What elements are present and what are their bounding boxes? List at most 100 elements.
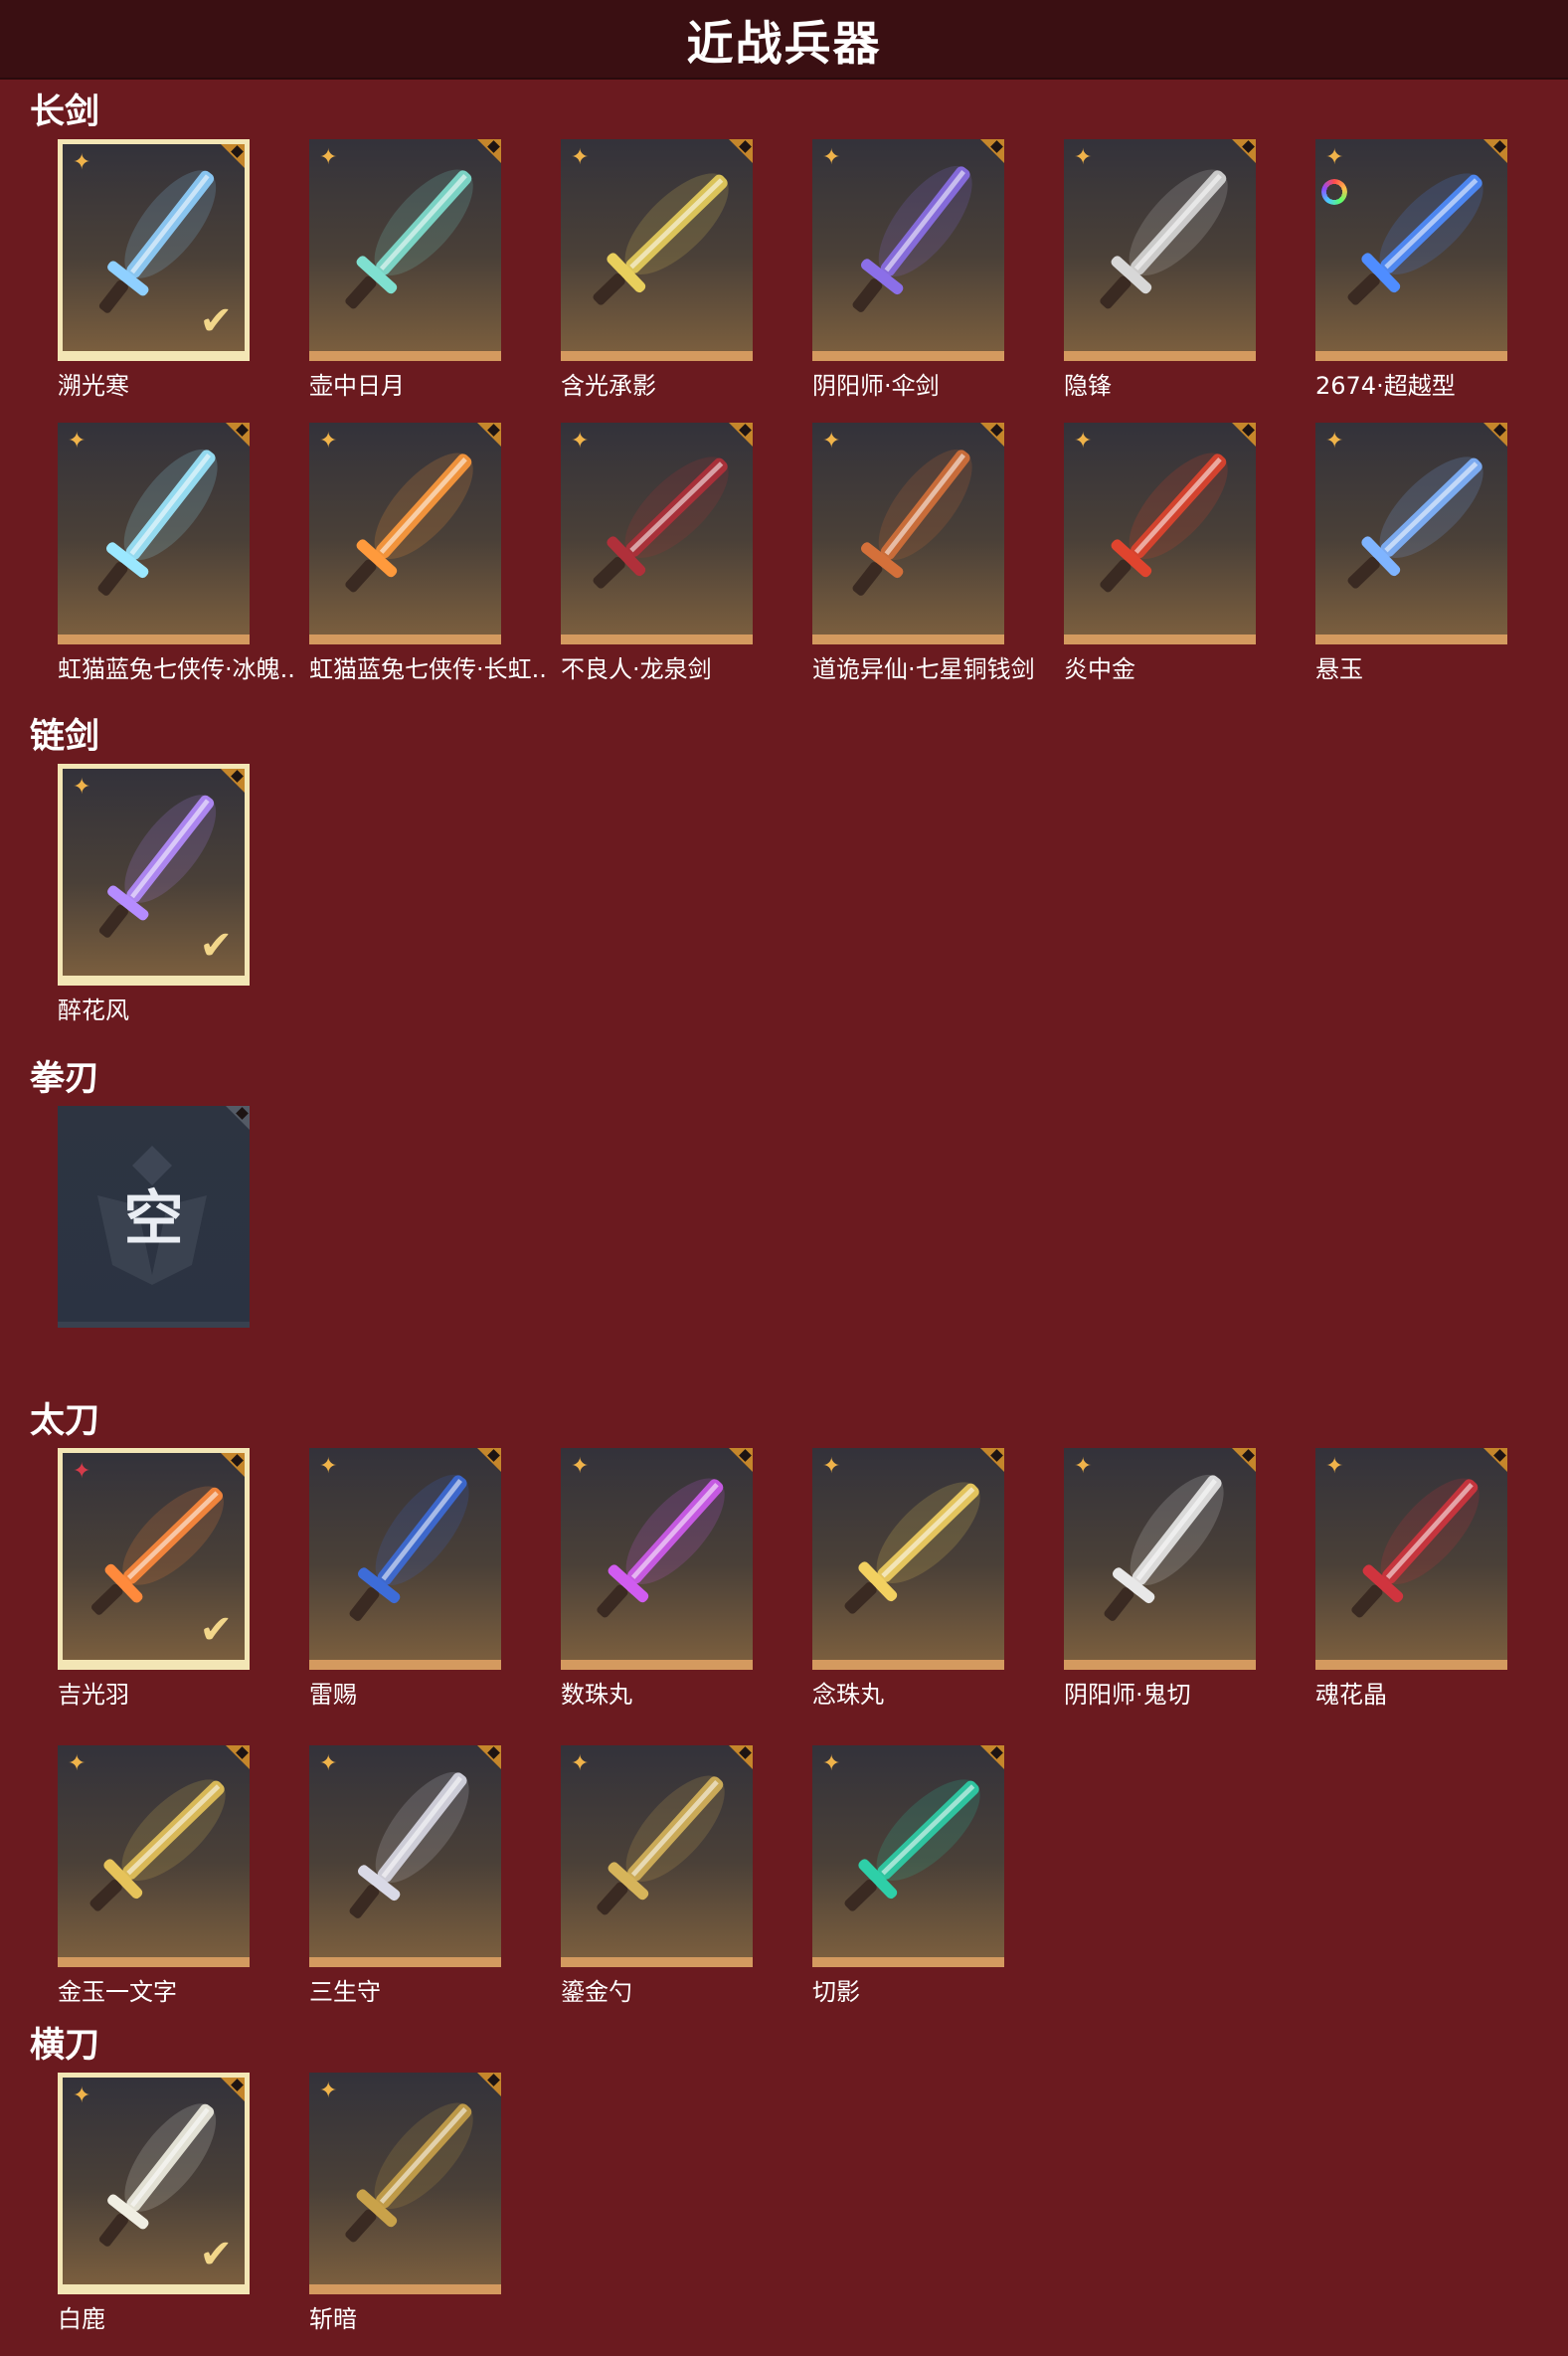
weapon-card[interactable]: ✦ xyxy=(58,423,250,644)
weapon-name: 2674·超越型 xyxy=(1315,372,1456,400)
weapon-card[interactable]: ✦ xyxy=(1315,139,1507,361)
rarity-star-icon: ✦ xyxy=(1074,429,1093,453)
rarity-star-icon: ✦ xyxy=(1074,145,1093,170)
weapon-card[interactable]: ✦ ✔ xyxy=(58,1448,250,1670)
weapon-name: 隐锋 xyxy=(1064,372,1112,400)
rainbow-ring-icon xyxy=(1321,179,1347,205)
weapon-card[interactable]: ✦ xyxy=(812,423,1004,644)
rarity-star-icon: ✦ xyxy=(1325,1454,1344,1479)
weapon-name: 壶中日月 xyxy=(309,372,405,400)
weapon-name: 不良人·龙泉剑 xyxy=(561,655,712,683)
weapon-name: 雷赐 xyxy=(309,1681,357,1709)
weapon-card[interactable]: ✦ xyxy=(309,1745,501,1967)
weapon-card[interactable]: ✦ xyxy=(309,2073,501,2294)
weapon-card[interactable]: ✦ xyxy=(309,139,501,361)
weapon-image xyxy=(89,1779,226,1911)
weapon-name: 溯光寒 xyxy=(58,372,129,400)
rarity-star-icon: ✦ xyxy=(319,2079,338,2103)
weapon-card[interactable]: ✦ xyxy=(1315,1448,1507,1670)
rarity-star-icon: ✦ xyxy=(822,1751,841,1776)
section-title: 拳刃 xyxy=(30,1059,100,1099)
weapon-image xyxy=(1104,1474,1224,1621)
rarity-star-icon: ✦ xyxy=(73,150,91,175)
rarity-star-icon: ✦ xyxy=(822,429,841,453)
rarity-star-icon: ✦ xyxy=(73,2084,91,2108)
weapon-image xyxy=(345,2102,473,2243)
weapon-card[interactable]: ✦ xyxy=(561,1745,753,1967)
weapon-card[interactable]: ✦ xyxy=(812,139,1004,361)
weapon-name: 念珠丸 xyxy=(812,1681,884,1709)
rarity-star-icon: ✦ xyxy=(319,1751,338,1776)
page-header: 近战兵器 xyxy=(0,0,1568,80)
equipped-check-icon: ✔ xyxy=(199,923,233,969)
rarity-star-icon: ✦ xyxy=(68,1751,87,1776)
rarity-star-icon: ✦ xyxy=(1325,429,1344,453)
weapon-name: 切影 xyxy=(812,1978,860,2006)
weapon-image xyxy=(597,1478,725,1618)
page-title: 近战兵器 xyxy=(686,16,882,72)
weapon-name: 魂花晶 xyxy=(1315,1681,1387,1709)
weapon-name: 白鹿 xyxy=(58,2305,105,2333)
equipped-check-icon: ✔ xyxy=(199,2232,233,2277)
weapon-name: 炎中金 xyxy=(1064,655,1135,683)
weapon-name: 虹猫蓝兔七侠传·长虹.. xyxy=(309,655,547,683)
weapon-card[interactable]: ✦ xyxy=(561,139,753,361)
weapon-card[interactable]: ✦ xyxy=(1064,1448,1256,1670)
weapon-name: 数珠丸 xyxy=(561,1681,632,1709)
rarity-star-icon: ✦ xyxy=(571,1454,590,1479)
empty-weapon-slot[interactable]: 空 xyxy=(58,1106,250,1328)
weapon-card[interactable]: ✦ xyxy=(1064,423,1256,644)
weapon-card[interactable]: ✦ xyxy=(309,1448,501,1670)
rarity-star-icon: ✦ xyxy=(822,145,841,170)
weapon-card[interactable]: ✦ ✔ xyxy=(58,2073,250,2294)
weapon-name: 阴阳师·伞剑 xyxy=(812,372,940,400)
equipped-check-icon: ✔ xyxy=(199,1607,233,1653)
weapon-card[interactable]: ✦ xyxy=(309,423,501,644)
weapon-name: 鎏金勺 xyxy=(561,1978,632,2006)
equipped-check-icon: ✔ xyxy=(199,298,233,344)
rarity-star-icon: ✦ xyxy=(1325,145,1344,170)
weapon-image xyxy=(97,449,218,596)
weapon-card[interactable]: ✦ xyxy=(812,1745,1004,1967)
rarity-star-icon: ✦ xyxy=(822,1454,841,1479)
section-title: 链剑 xyxy=(30,717,100,757)
weapon-image xyxy=(345,169,473,309)
rarity-star-icon: ✦ xyxy=(319,1454,338,1479)
weapon-card[interactable]: ✦ xyxy=(561,1448,753,1670)
rarity-star-icon: ✦ xyxy=(73,775,91,800)
weapon-card[interactable]: ✦ ✔ xyxy=(58,139,250,361)
weapon-image xyxy=(844,1779,980,1911)
weapon-name: 含光承影 xyxy=(561,372,656,400)
weapon-image xyxy=(1347,456,1483,589)
rarity-star-icon: ✦ xyxy=(73,1459,91,1484)
weapon-image xyxy=(597,1775,725,1915)
weapon-image xyxy=(1100,453,1228,593)
empty-slot-text: 空 xyxy=(123,1184,184,1254)
rarity-star-icon: ✦ xyxy=(1074,1454,1093,1479)
weapon-name: 阴阳师·鬼切 xyxy=(1064,1681,1191,1709)
rarity-star-icon: ✦ xyxy=(319,145,338,170)
rarity-star-icon: ✦ xyxy=(319,429,338,453)
section-title: 长剑 xyxy=(30,92,100,132)
weapon-card[interactable]: ✦ xyxy=(1315,423,1507,644)
weapon-image xyxy=(1100,169,1228,309)
weapon-card[interactable]: ✦ xyxy=(1064,139,1256,361)
weapon-card[interactable]: ✦ xyxy=(812,1448,1004,1670)
rarity-star-icon: ✦ xyxy=(571,429,590,453)
weapon-name: 斩暗 xyxy=(309,2305,357,2333)
rarity-star-icon: ✦ xyxy=(68,429,87,453)
rarity-star-icon: ✦ xyxy=(571,1751,590,1776)
weapon-name: 金玉一文字 xyxy=(58,1978,177,2006)
weapon-image xyxy=(345,453,473,593)
weapon-card[interactable]: ✦ xyxy=(561,423,753,644)
weapon-image xyxy=(844,1482,980,1614)
weapon-image xyxy=(852,165,972,312)
rarity-star-icon: ✦ xyxy=(571,145,590,170)
weapon-image xyxy=(593,173,729,305)
weapon-image xyxy=(593,456,729,589)
weapon-card[interactable]: ✦ xyxy=(58,1745,250,1967)
weapon-image xyxy=(852,449,972,596)
weapon-card[interactable]: ✦ ✔ xyxy=(58,764,250,986)
weapon-name: 吉光羽 xyxy=(58,1681,129,1709)
weapon-name: 三生守 xyxy=(309,1978,381,2006)
